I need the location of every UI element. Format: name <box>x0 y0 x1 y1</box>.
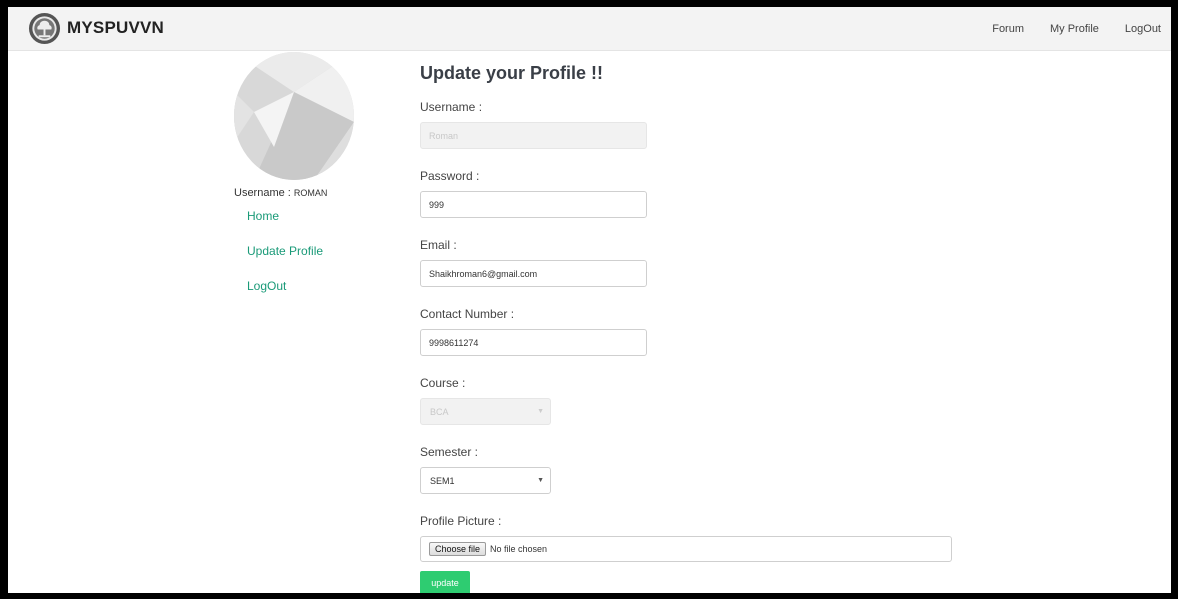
top-navbar: MYSPUVVN Forum My Profile LogOut <box>8 7 1171 51</box>
course-group: Course : BCA ▼ <box>420 376 551 425</box>
semester-group: Semester : SEM1 ▼ <box>420 445 551 494</box>
chevron-down-icon: ▼ <box>537 408 544 415</box>
brand-name: MYSPUVVN <box>67 18 165 37</box>
course-label: Course : <box>420 376 466 390</box>
university-logo-icon <box>28 12 61 44</box>
avatar <box>234 52 354 180</box>
username-group: Username : <box>420 100 647 149</box>
chevron-down-icon: ▼ <box>537 477 544 484</box>
nav-links: Forum My Profile LogOut <box>966 7 1161 50</box>
nav-link-logout[interactable]: LogOut <box>1125 23 1161 35</box>
brand[interactable]: MYSPUVVN <box>28 11 164 45</box>
page-frame: MYSPUVVN Forum My Profile LogOut Usernam… <box>8 7 1171 593</box>
page-title: Update your Profile !! <box>420 63 604 83</box>
password-group: Password : <box>420 169 647 218</box>
password-input[interactable] <box>420 191 647 218</box>
semester-select[interactable]: SEM1 ▼ <box>420 467 551 494</box>
sidebar-item-home[interactable]: Home <box>247 209 384 244</box>
contact-group: Contact Number : <box>420 307 647 356</box>
semester-select-value: SEM1 <box>430 475 455 486</box>
contact-input[interactable] <box>420 329 647 356</box>
semester-label: Semester : <box>420 445 479 459</box>
nav-link-forum[interactable]: Forum <box>992 23 1024 35</box>
sidebar-username: Username : ROMAN <box>234 187 384 199</box>
sidebar-username-value: ROMAN <box>293 188 328 198</box>
update-button[interactable]: update <box>420 571 470 593</box>
sidebar: Username : ROMAN Home Update Profile Log… <box>234 52 384 314</box>
nav-link-my-profile[interactable]: My Profile <box>1050 23 1099 35</box>
profile-form: Update your Profile !! Username : Passwo… <box>420 59 980 593</box>
sidebar-menu: Home Update Profile LogOut <box>234 209 384 314</box>
course-select-value: BCA <box>430 406 449 417</box>
username-input[interactable] <box>420 122 647 149</box>
choose-file-button[interactable]: Choose file <box>429 542 487 556</box>
picture-group: Profile Picture : Choose file No file ch… <box>420 514 952 562</box>
file-input[interactable]: Choose file No file chosen <box>420 536 952 562</box>
sidebar-item-logout[interactable]: LogOut <box>247 279 384 314</box>
sidebar-item-update-profile[interactable]: Update Profile <box>247 244 384 279</box>
email-input[interactable] <box>420 260 647 287</box>
contact-label: Contact Number : <box>420 307 515 321</box>
file-status: No file chosen <box>490 544 548 554</box>
email-group: Email : <box>420 238 647 287</box>
sidebar-username-label: Username : <box>234 187 291 199</box>
username-label: Username : <box>420 100 483 114</box>
picture-label: Profile Picture : <box>420 514 502 528</box>
email-label: Email : <box>420 238 457 252</box>
course-select[interactable]: BCA ▼ <box>420 398 551 425</box>
password-label: Password : <box>420 169 480 183</box>
